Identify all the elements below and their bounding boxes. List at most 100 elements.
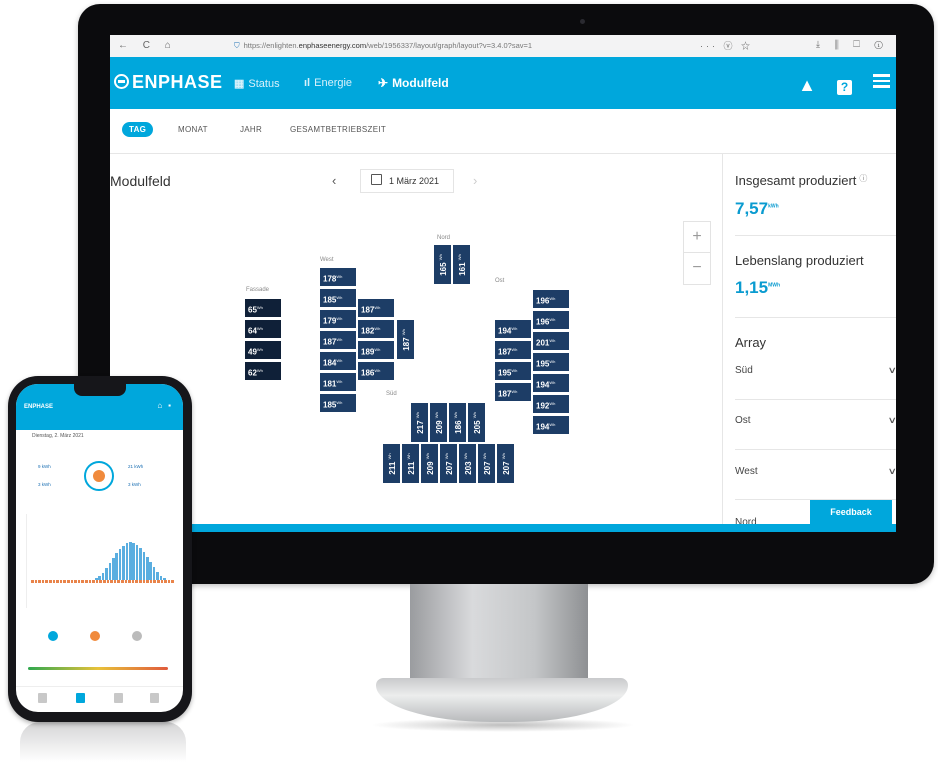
browser-extension-icons[interactable]: ⤓ ⫼ ☐ ⓘ [816,39,889,50]
module-value: 201 [536,338,550,348]
module-tile[interactable]: 217 Wh [410,402,429,443]
phone-chart-bar [122,545,125,580]
module-tile[interactable]: 207 Wh [477,443,496,484]
module-tile[interactable]: 201Wh [532,331,570,351]
module-tile[interactable]: 194Wh [532,373,570,393]
module-tile[interactable]: 209 Wh [429,402,448,443]
module-tile[interactable]: 65Wh [244,298,282,318]
module-unit: Wh [549,359,556,364]
module-tile[interactable]: 165 Wh [433,244,452,285]
phone-nav-energy-icon[interactable] [76,693,85,703]
module-tile[interactable]: 205 Wh [467,402,486,443]
module-tile[interactable]: 161 Wh [452,244,471,285]
app-header: ENPHASE ▦ Status ıl Energie ✈ Modulfeld ▲ ? [110,57,896,109]
phone-legend-grid[interactable] [132,631,142,641]
phone-header-icons[interactable]: ⌂▪ [157,401,177,410]
module-tile[interactable]: 192Wh [532,394,570,414]
module-tile[interactable]: 186Wh [357,361,395,381]
tab-gesamtbetriebszeit[interactable]: GESAMTBETRIEBSZEIT [290,125,386,134]
array-label-ost: Ost [495,278,505,284]
module-tile[interactable]: 186 Wh [448,402,467,443]
module-tile[interactable]: 194Wh [494,319,532,339]
zoom-out-button[interactable]: − [684,252,710,283]
total-produced-title: Insgesamt produziert ⓘ [735,173,867,188]
module-unit: Wh [511,347,518,352]
browser-toolbar: ← C ⌂ ⛉ https://enlighten.enphaseenergy.c… [110,35,896,58]
date-picker[interactable]: 1 März 2021 [360,169,454,193]
module-tile[interactable]: 182Wh [357,319,395,339]
nav-modulfeld-label: Modulfeld [392,76,449,90]
phone-level-slider[interactable] [28,667,168,670]
module-tile[interactable]: 196Wh [532,289,570,309]
module-tile[interactable]: 178Wh [319,267,357,287]
array-item-west[interactable]: West ∨ [735,465,896,477]
help-icon[interactable]: ? [836,79,852,95]
phone-chart-consumption-bar [88,580,92,583]
module-tile[interactable]: 49Wh [244,340,282,360]
phone-date[interactable]: Dienstag, 2. März 2021 [32,433,84,439]
browser-nav-icons[interactable]: ← C ⌂ [118,40,177,51]
module-tile[interactable]: 184Wh [319,351,357,371]
module-tile[interactable]: 195Wh [494,361,532,381]
phone-nav-array-icon[interactable] [114,693,123,703]
nav-energie[interactable]: ıl Energie [304,77,352,89]
monitor-screen: ← C ⌂ ⛉ https://enlighten.enphaseenergy.c… [110,35,896,532]
module-tile[interactable]: 181Wh [319,372,357,392]
module-tile[interactable]: 196Wh [532,310,570,330]
phone-legend-consumption[interactable] [90,631,100,641]
module-unit: Wh [462,452,468,459]
previous-day-button[interactable]: ‹ [332,173,336,188]
phone-chart-bar [135,544,139,580]
module-value: 196 [536,317,550,327]
module-tile[interactable]: 187Wh [319,330,357,350]
bell-icon[interactable]: ▲ [798,75,816,96]
module-tile[interactable]: 211 Wh [401,443,420,484]
module-unit: Wh [256,368,263,373]
module-tile[interactable]: 62Wh [244,361,282,381]
nav-status[interactable]: ▦ Status [234,77,280,90]
tab-jahr[interactable]: JAHR [240,125,262,134]
module-tile[interactable]: 187 Wh [396,319,415,360]
module-tile[interactable]: 209 Wh [420,443,439,484]
module-tile[interactable]: 179Wh [319,309,357,329]
tab-monat[interactable]: MONAT [178,125,208,134]
module-tile[interactable]: 187Wh [494,382,532,402]
phone-nav-dashboard-icon[interactable] [38,693,47,703]
module-tile[interactable]: 187Wh [357,298,395,318]
module-tile[interactable]: 187Wh [494,340,532,360]
calendar-icon [371,174,382,185]
array-item-ost[interactable]: Ost ∨ [735,414,896,426]
bookmark-icons[interactable]: ··· ⓥ ☆ [700,39,753,52]
phone-chart-consumption-bar [153,580,156,583]
module-tile[interactable]: 203 Wh [458,443,477,484]
phone-legend-production[interactable] [48,631,58,641]
phone-tabs[interactable] [16,416,183,430]
module-tile[interactable]: 185Wh [319,288,357,308]
address-bar[interactable]: ⛉ https://enlighten.enphaseenergy.com/web… [234,39,700,53]
info-icon[interactable]: ⓘ [859,173,867,184]
nav-modulfeld[interactable]: ✈ Modulfeld [378,76,449,90]
module-value: 205 Wh [471,411,482,434]
phone-nav-menu-icon[interactable] [150,693,159,703]
module-tile[interactable]: 195Wh [532,352,570,372]
module-tile[interactable]: 194Wh [532,415,570,435]
zoom-in-button[interactable]: + [684,222,710,252]
tab-tag[interactable]: TAG [122,122,154,137]
module-value: 64 [248,326,257,336]
next-day-button[interactable]: › [473,173,477,188]
module-tile[interactable]: 207 Wh [496,443,515,484]
module-value: 194 [536,380,550,390]
array-item-sued[interactable]: Süd ∨ [735,364,896,376]
module-tile[interactable]: 64Wh [244,319,282,339]
module-tile[interactable]: 185Wh [319,393,357,413]
enphase-logo[interactable]: ENPHASE [114,72,223,93]
module-tile[interactable]: 211 Wh [382,443,401,484]
module-unit: Wh [456,253,462,260]
feedback-button[interactable]: Feedback [810,500,892,524]
module-tile[interactable]: 207 Wh [439,443,458,484]
module-unit: Wh [414,411,420,418]
url-suffix: /web/1956337/layout/graph/layout?v=3.4.0… [366,41,533,50]
menu-icon[interactable] [873,71,890,91]
module-value: 62 [248,368,257,378]
module-tile[interactable]: 189Wh [357,340,395,360]
